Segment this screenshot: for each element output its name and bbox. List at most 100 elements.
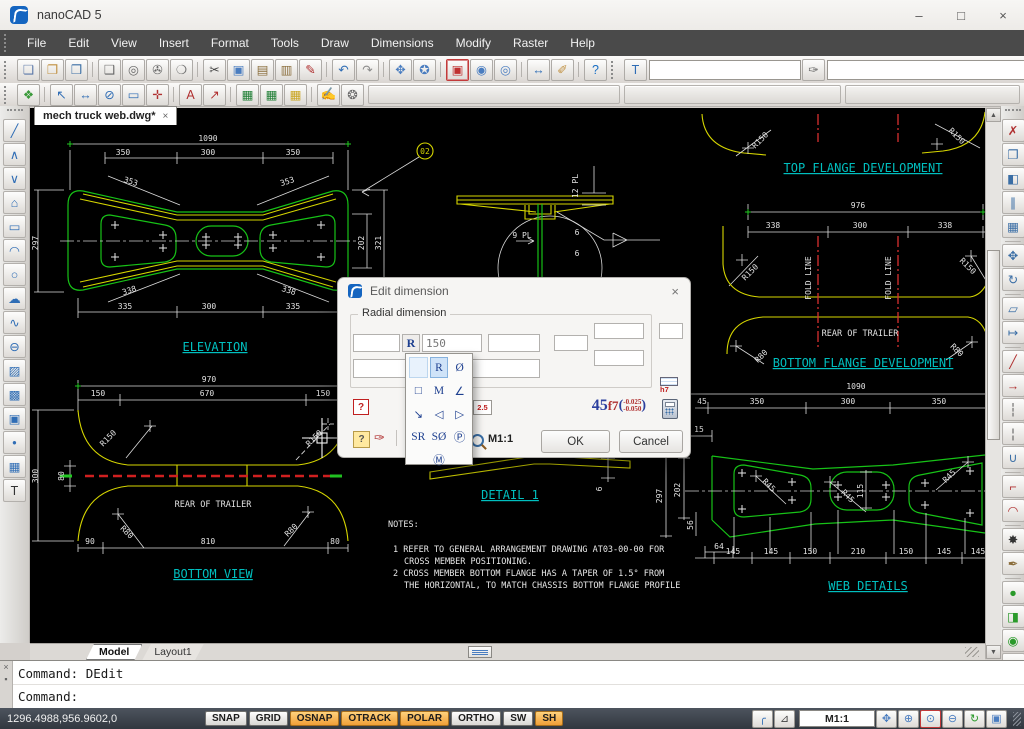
move-icon[interactable]: ✥ [1002, 244, 1024, 267]
close-button[interactable]: × [982, 0, 1024, 30]
symbol-taper-left[interactable]: ◁ [430, 403, 449, 424]
table-icon[interactable]: ▦ [3, 455, 26, 478]
menu-item[interactable]: Format [200, 30, 260, 56]
zoom-extents-icon[interactable]: ▣ [986, 710, 1007, 728]
leader-text-icon[interactable]: A [179, 84, 202, 106]
dialog-title-bar[interactable]: Edit dimension [338, 278, 690, 304]
properties-brush-icon[interactable]: ✑ [374, 430, 385, 446]
subtract-icon[interactable]: ◨ [1002, 605, 1024, 628]
menu-item[interactable]: Tools [260, 30, 310, 56]
arc-icon[interactable]: ◠ [3, 239, 26, 262]
spline-icon[interactable]: ∿ [3, 311, 26, 334]
measure-icon[interactable]: ✐ [551, 59, 574, 81]
command-close-icon[interactable]: × [3, 661, 8, 673]
rectangle-icon[interactable]: ▭ [3, 215, 26, 238]
measure-distance-icon[interactable]: ↔ [527, 59, 550, 81]
document-tab-close-icon[interactable]: × [162, 111, 168, 122]
spacer[interactable] [409, 449, 428, 470]
trim-icon[interactable]: ╱ [1002, 350, 1024, 373]
prefix-field[interactable] [353, 334, 400, 352]
line-icon[interactable]: ╱ [3, 119, 26, 142]
menu-item[interactable]: Raster [502, 30, 559, 56]
fillet-icon[interactable]: ◠ [1002, 499, 1024, 522]
symbol-slope[interactable]: ↘ [409, 403, 428, 424]
stretch-icon[interactable]: ↦ [1002, 321, 1024, 344]
toggle-otrack[interactable]: OTRACK [341, 711, 398, 726]
edit-polyline-icon[interactable]: ✒ [1002, 552, 1024, 575]
menu-item[interactable]: Modify [445, 30, 502, 56]
ellipse-icon[interactable]: ⊖ [3, 335, 26, 358]
cut-icon[interactable]: ✂ [203, 59, 226, 81]
symbol-button[interactable]: R [402, 334, 420, 352]
cancel-button[interactable]: Cancel [619, 430, 683, 453]
ok-button[interactable]: OK [541, 430, 610, 453]
symbol-metric-thread[interactable]: M [430, 380, 449, 401]
offset-icon[interactable]: ∥ [1002, 191, 1024, 214]
menu-item[interactable]: Insert [148, 30, 200, 56]
redo-icon[interactable]: ↷ [356, 59, 379, 81]
help-icon[interactable]: ? [353, 399, 369, 415]
dim-style-icon[interactable]: ✑ [802, 59, 825, 81]
zoom-dynamic-icon[interactable]: ◉ [470, 59, 493, 81]
menu-item[interactable]: File [16, 30, 57, 56]
image-icon[interactable]: ▣ [3, 407, 26, 430]
polygon-icon[interactable]: ⌂ [3, 191, 26, 214]
tolerance-icon[interactable]: 2.5 [473, 400, 492, 415]
zoom-in-icon[interactable]: ⊕ [898, 710, 919, 728]
toggle-polar[interactable]: POLAR [400, 711, 449, 726]
rotate-icon[interactable]: ↻ [1002, 268, 1024, 291]
import-table-icon[interactable]: ▦ [236, 84, 259, 106]
menu-item[interactable]: Help [559, 30, 606, 56]
ucs-toggle-icon[interactable]: ╭ [752, 710, 773, 728]
extra-field[interactable] [659, 323, 683, 339]
symbol-taper-right[interactable]: ▷ [450, 403, 469, 424]
resize-grip-icon[interactable] [965, 647, 979, 657]
dim-radius-icon[interactable]: ⊘ [98, 84, 121, 106]
toggle-grid[interactable]: GRID [249, 711, 288, 726]
upper-tolerance-field[interactable] [594, 323, 644, 339]
symbol-angle[interactable]: ∠ [450, 380, 469, 401]
break-icon[interactable]: ¦ [1002, 422, 1024, 445]
dim-center-icon[interactable]: ✛ [146, 84, 169, 106]
orbit-icon[interactable]: ✪ [413, 59, 436, 81]
toggle-osnap[interactable]: OSNAP [290, 711, 340, 726]
symbol-radius[interactable]: R [430, 357, 449, 378]
maximize-button[interactable]: □ [940, 0, 982, 30]
dim-baseline-icon[interactable]: ▭ [122, 84, 145, 106]
save-icon[interactable]: ❒ [65, 59, 88, 81]
gradient-icon[interactable]: ▩ [3, 383, 26, 406]
dimension-value-field[interactable] [422, 334, 482, 352]
break-point-icon[interactable]: ┆ [1002, 398, 1024, 421]
dialog-close-icon[interactable]: × [671, 284, 679, 299]
menu-item[interactable]: Dimensions [360, 30, 445, 56]
minimize-button[interactable]: – [898, 0, 940, 30]
edit-text-icon[interactable]: ✍ [317, 84, 340, 106]
pan-icon[interactable]: ✥ [389, 59, 412, 81]
format-painter-icon[interactable]: ✎ [299, 59, 322, 81]
regen-icon[interactable]: ↻ [964, 710, 985, 728]
dim-edit-select-icon[interactable]: ↖ [50, 84, 73, 106]
scale-field[interactable]: M1:1 [799, 710, 875, 727]
polyline-icon[interactable]: ∧ [3, 143, 26, 166]
explode-icon[interactable]: ✸ [1002, 528, 1024, 551]
intersect-icon[interactable]: ◉ [1002, 629, 1024, 652]
leader-icon[interactable]: ↗ [203, 84, 226, 106]
symbol-diameter[interactable]: Ø [450, 357, 469, 378]
lower-tolerance-field[interactable] [594, 350, 644, 366]
open-folder-icon[interactable]: ❐ [41, 59, 64, 81]
join-icon[interactable]: ∪ [1002, 446, 1024, 469]
symbol-m[interactable]: Ⓜ [430, 449, 449, 470]
mirror-icon[interactable]: ◧ [1002, 167, 1024, 190]
text-icon[interactable]: T [3, 479, 26, 502]
symbol-square[interactable]: □ [409, 380, 428, 401]
page-setup-icon[interactable]: ✇ [146, 59, 169, 81]
paste-icon[interactable]: ▤ [251, 59, 274, 81]
zoom-window-icon[interactable]: ⊙ [920, 710, 941, 728]
scroll-up-icon[interactable]: ▲ [986, 108, 1001, 122]
calculator-icon[interactable] [662, 399, 678, 419]
erase-icon[interactable]: ✗ [1002, 119, 1024, 142]
chamfer-icon[interactable]: ⌐ [1002, 475, 1024, 498]
scale-icon[interactable]: ▱ [1002, 297, 1024, 320]
array-icon[interactable]: ▦ [1002, 215, 1024, 238]
dim-linear-icon[interactable]: ↔ [74, 84, 97, 106]
